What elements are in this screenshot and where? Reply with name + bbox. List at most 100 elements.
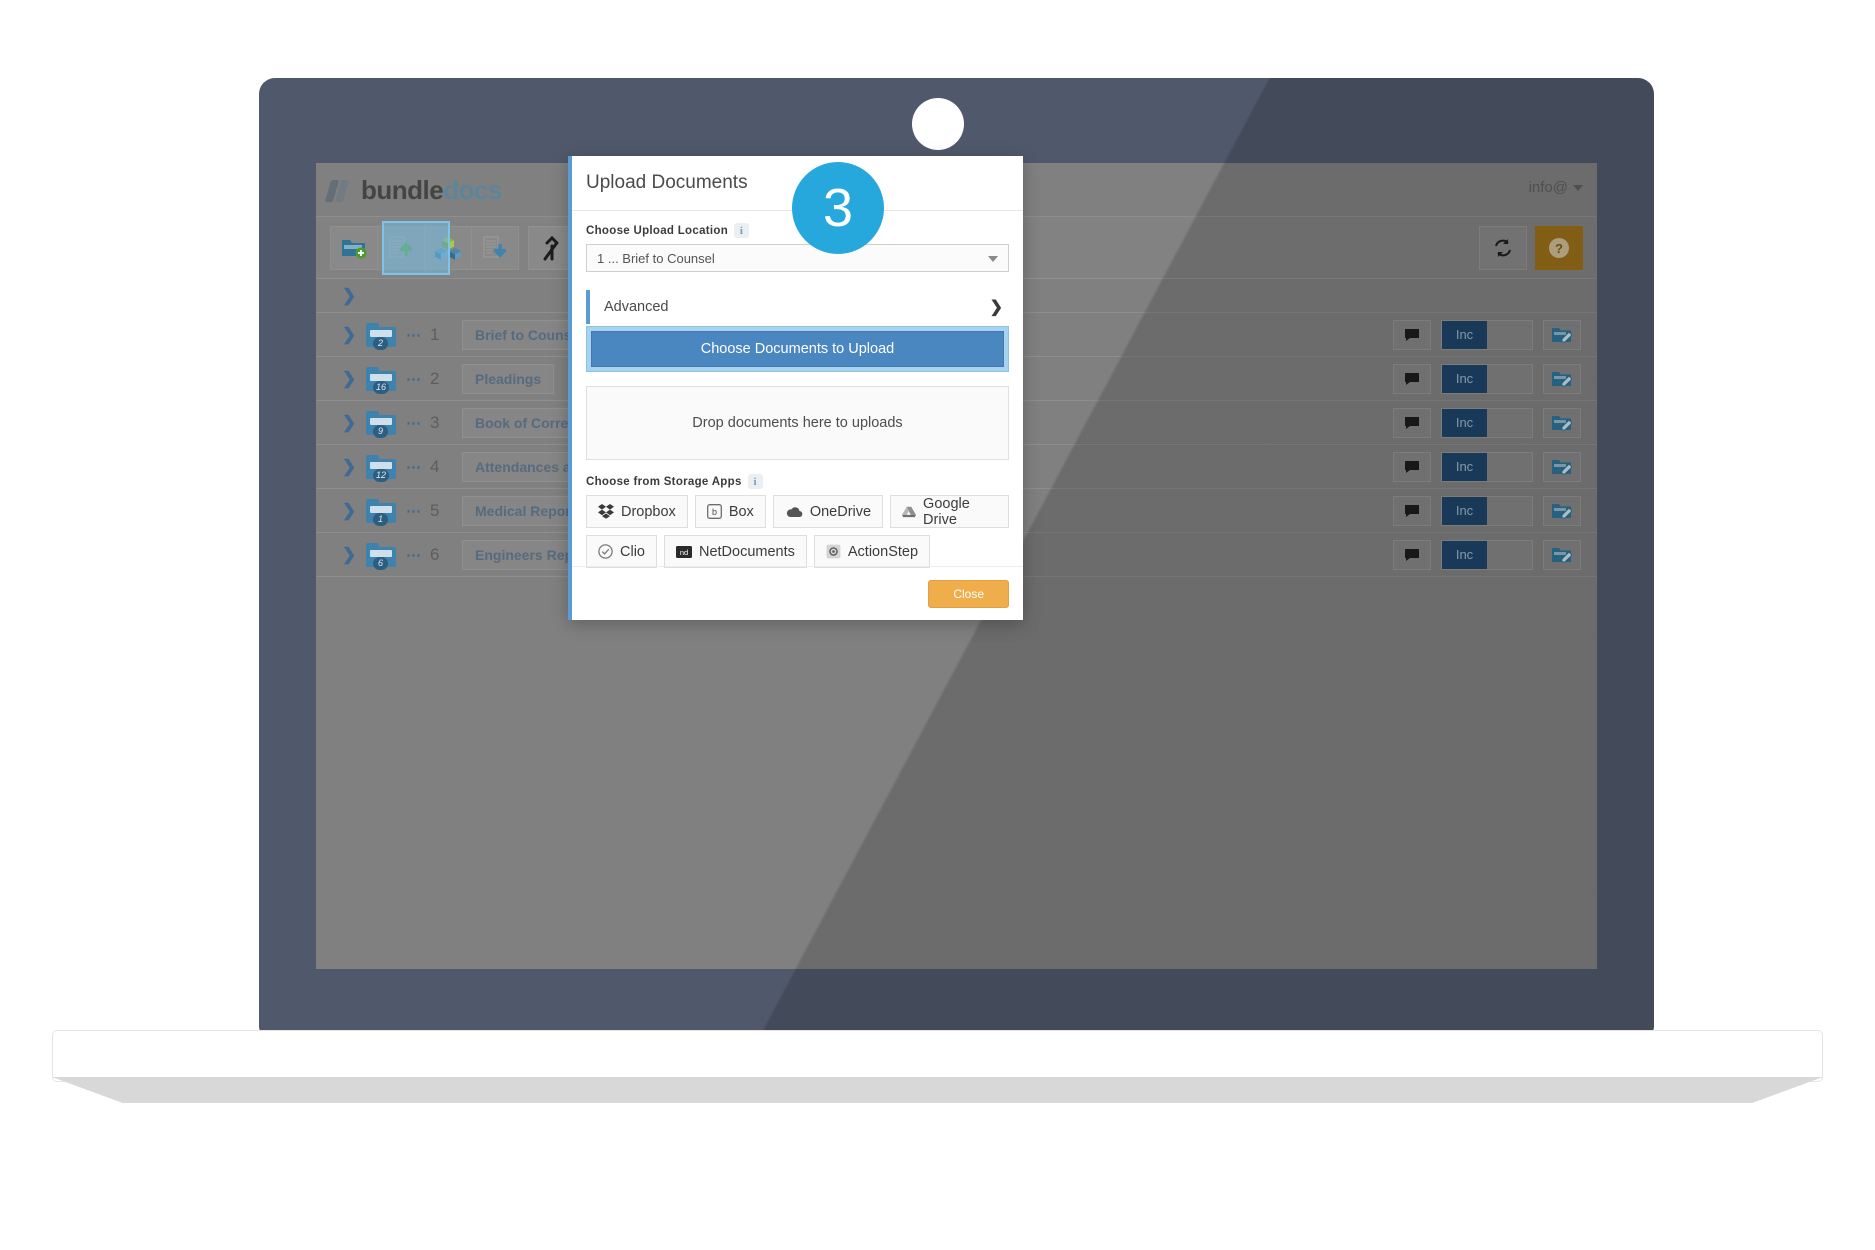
folder-edit-icon — [1552, 503, 1572, 518]
include-toggle-off — [1487, 452, 1532, 481]
comment-button[interactable] — [1393, 539, 1431, 570]
include-toggle[interactable]: Inc — [1441, 495, 1533, 526]
row-actions: Inc — [1393, 495, 1581, 526]
storage-app-label: OneDrive — [809, 503, 872, 520]
comment-icon — [1405, 372, 1419, 385]
advanced-section-toggle[interactable]: Advanced ❯ — [586, 290, 1009, 324]
include-toggle-off — [1487, 320, 1532, 349]
comment-button[interactable] — [1393, 407, 1431, 438]
folder-icon: 2 — [366, 322, 396, 350]
dialog-body: Choose Upload Location i 1 ... Brief to … — [572, 211, 1023, 568]
include-toggle-on: Inc — [1442, 540, 1487, 569]
drag-handle-icon[interactable]: ⋯ — [406, 414, 422, 432]
edit-folder-button[interactable] — [1543, 319, 1581, 350]
svg-text:?: ? — [1555, 241, 1563, 256]
onedrive-icon — [786, 507, 803, 518]
include-toggle-off — [1487, 408, 1532, 437]
folder-badge: 16 — [373, 380, 390, 394]
account-menu[interactable]: info@ — [1529, 179, 1583, 196]
folder-add-icon — [342, 239, 367, 258]
folder-icon: 12 — [366, 454, 396, 482]
comment-button[interactable] — [1393, 451, 1431, 482]
expand-chevron-icon[interactable]: ❯ — [342, 501, 360, 521]
help-icon: ? — [1549, 237, 1569, 258]
storage-app-dropbox[interactable]: Dropbox — [586, 495, 688, 528]
chevron-down-icon — [1573, 184, 1583, 191]
storage-app-label: NetDocuments — [698, 543, 795, 560]
drag-handle-icon[interactable]: ⋯ — [406, 326, 422, 344]
refresh-button[interactable] — [1479, 225, 1527, 270]
dropzone-label: Drop documents here to uploads — [692, 415, 903, 431]
choose-documents-highlight: Choose Documents to Upload — [586, 326, 1009, 372]
refresh-icon — [1495, 238, 1511, 257]
dropzone[interactable]: Drop documents here to uploads — [586, 386, 1009, 460]
storage-app-netdocuments[interactable]: nd NetDocuments — [663, 535, 807, 568]
include-toggle[interactable]: Inc — [1441, 407, 1533, 438]
include-toggle-on: Inc — [1442, 320, 1487, 349]
storage-app-label: Google Drive — [923, 495, 970, 528]
actionstep-icon — [826, 544, 841, 559]
google-drive-icon — [902, 506, 917, 517]
expand-chevron-icon[interactable]: ❯ — [342, 457, 360, 477]
edit-folder-button[interactable] — [1543, 363, 1581, 394]
drag-handle-icon[interactable]: ⋯ — [406, 546, 422, 564]
include-toggle[interactable]: Inc — [1441, 319, 1533, 350]
download-document-button[interactable] — [471, 225, 519, 270]
expand-chevron-icon[interactable]: ❯ — [342, 369, 360, 389]
info-icon[interactable]: i — [747, 474, 763, 489]
expand-chevron-icon[interactable]: ❯ — [342, 325, 360, 345]
include-toggle[interactable]: Inc — [1441, 539, 1533, 570]
include-toggle[interactable]: Inc — [1441, 451, 1533, 482]
storage-app-actionstep[interactable]: ActionStep — [813, 535, 931, 568]
new-folder-button[interactable] — [330, 225, 378, 270]
comment-button[interactable] — [1393, 319, 1431, 350]
storage-app-onedrive[interactable]: OneDrive — [772, 495, 884, 528]
dialog-footer: Close — [572, 566, 1023, 620]
include-toggle-on: Inc — [1442, 364, 1487, 393]
row-actions: Inc — [1393, 451, 1581, 482]
step-badge: 3 — [792, 162, 884, 254]
storage-app-box[interactable]: b Box — [694, 495, 766, 528]
account-label: info@ — [1528, 179, 1568, 196]
help-button[interactable]: ? — [1535, 225, 1583, 270]
storage-app-label: Box — [728, 503, 754, 520]
storage-app-clio[interactable]: Clio — [586, 535, 657, 568]
upload-button-highlight — [382, 221, 450, 275]
include-toggle[interactable]: Inc — [1441, 363, 1533, 394]
row-actions: Inc — [1393, 319, 1581, 350]
laptop-base — [52, 1030, 1823, 1082]
section-name[interactable]: Pleadings — [462, 363, 555, 394]
upload-location-value: 1 ... Brief to Counsel — [597, 250, 715, 266]
comment-icon — [1405, 504, 1419, 517]
folder-edit-icon — [1552, 547, 1572, 562]
comment-button[interactable] — [1393, 363, 1431, 394]
folder-badge: 1 — [373, 512, 388, 526]
row-actions: Inc — [1393, 363, 1581, 394]
chevron-down-icon — [988, 256, 998, 262]
dialog-title: Upload Documents — [586, 172, 748, 193]
bundledocs-logo: bundledocs — [324, 175, 502, 206]
edit-folder-button[interactable] — [1543, 451, 1581, 482]
edit-folder-button[interactable] — [1543, 407, 1581, 438]
comment-button[interactable] — [1393, 495, 1431, 526]
edit-folder-button[interactable] — [1543, 495, 1581, 526]
drag-handle-icon[interactable]: ⋯ — [406, 502, 422, 520]
expand-chevron-icon[interactable]: ❯ — [342, 413, 360, 433]
choose-documents-button[interactable]: Choose Documents to Upload — [591, 331, 1004, 367]
expand-chevron-icon[interactable]: ❯ — [342, 545, 360, 565]
folder-icon: 1 — [366, 498, 396, 526]
storage-app-google-drive[interactable]: Google Drive — [890, 495, 1009, 528]
screenshot-root: bundledocs info@ ? ❯ ❯ 2 ⋯ 1 Brief to Co… — [0, 0, 1875, 1250]
merge-arrows-icon — [543, 235, 559, 260]
expand-chevron-icon[interactable]: ❯ — [342, 286, 360, 306]
upload-location-select[interactable]: 1 ... Brief to Counsel — [586, 244, 1009, 272]
drag-handle-icon[interactable]: ⋯ — [406, 370, 422, 388]
info-icon[interactable]: i — [734, 223, 750, 238]
dropbox-icon — [598, 504, 614, 519]
include-toggle-on: Inc — [1442, 452, 1487, 481]
close-button[interactable]: Close — [928, 579, 1009, 608]
drag-handle-icon[interactable]: ⋯ — [406, 458, 422, 476]
folder-icon: 16 — [366, 366, 396, 394]
edit-folder-button[interactable] — [1543, 539, 1581, 570]
svg-text:nd: nd — [680, 548, 688, 557]
